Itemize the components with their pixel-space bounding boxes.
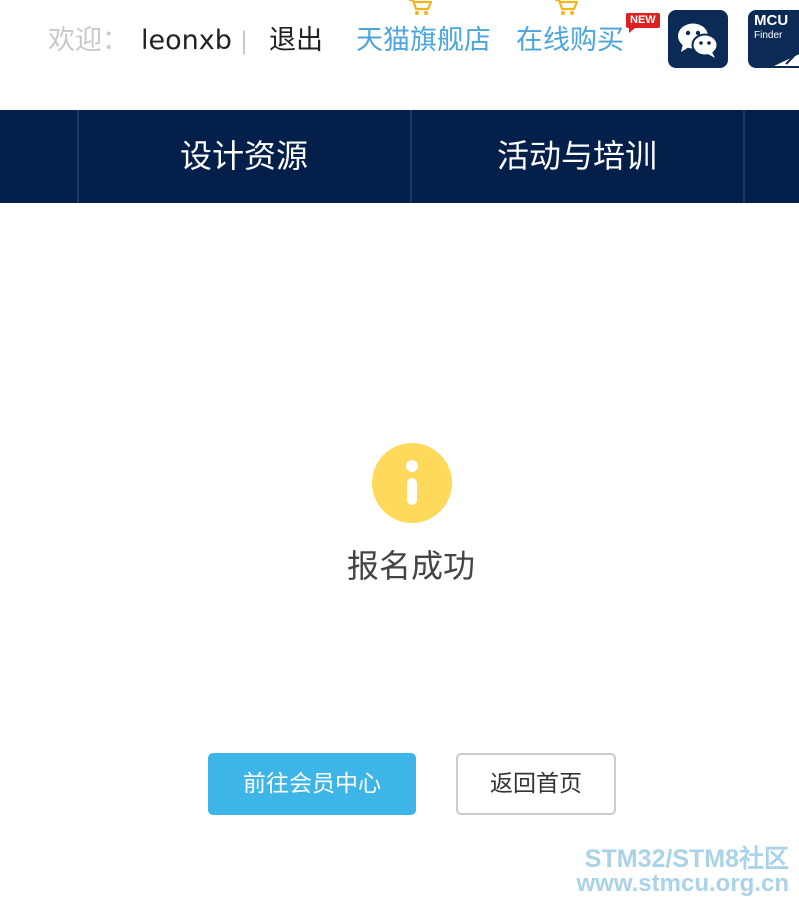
nav-item-activities-training[interactable]: 活动与培训 [411, 110, 743, 203]
wechat-button[interactable] [668, 10, 728, 68]
nav-item-design-resources[interactable]: 设计资源 [78, 110, 410, 203]
main-nav: 设计资源 活动与培训 [0, 110, 799, 203]
info-icon-bar [407, 478, 417, 505]
welcome-label: 欢迎： [48, 25, 129, 56]
cart-icon [409, 0, 433, 15]
wechat-icon [678, 23, 719, 58]
page: 欢迎： leonxb | 退出 天猫旗舰店 在线购买 NEW MCU Finde… [0, 0, 799, 905]
st-logo-icon [774, 54, 799, 66]
cart-icon [555, 0, 579, 15]
nav-divider [743, 110, 745, 203]
mcu-finder-subtitle: Finder [754, 30, 783, 41]
result-message: 报名成功 [346, 547, 475, 585]
back-home-button[interactable]: 返回首页 [456, 753, 616, 815]
info-icon [372, 443, 452, 523]
mcu-finder-title: MCU [754, 12, 789, 29]
new-badge: NEW [626, 13, 660, 33]
mcu-finder-button[interactable]: MCU Finder [748, 10, 799, 68]
tmall-store-link[interactable]: 天猫旗舰店 [356, 22, 491, 60]
watermark-url: www.stmcu.org.cn [576, 870, 789, 897]
top-bar: 欢迎： leonxb | 退出 天猫旗舰店 在线购买 NEW MCU Finde… [0, 0, 799, 110]
username: leonxb [141, 25, 232, 56]
info-icon-dot [406, 460, 418, 472]
logout-link[interactable]: 退出 [269, 22, 323, 60]
separator: | [240, 27, 249, 55]
buy-online-link[interactable]: 在线购买 [516, 22, 624, 60]
go-member-center-button[interactable]: 前往会员中心 [208, 753, 416, 815]
